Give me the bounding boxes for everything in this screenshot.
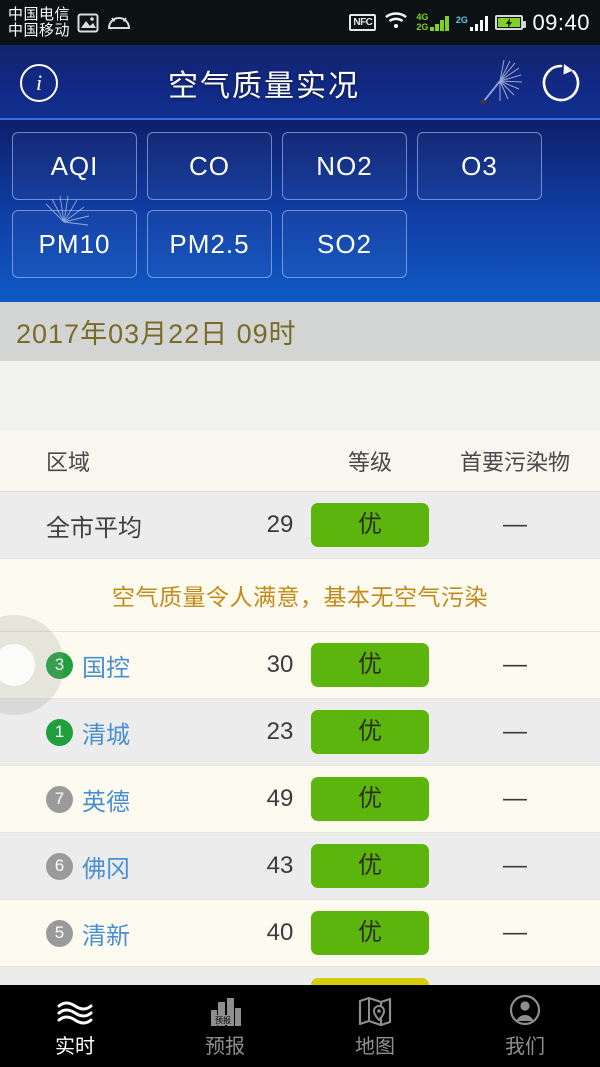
nav-label-realtime: 实时 [55, 1035, 95, 1058]
aqi-value: 43 [266, 852, 294, 879]
level-badge: 良 [311, 978, 429, 985]
primary-pollutant: — [503, 919, 527, 946]
summary-row-pollutant: — [503, 511, 527, 538]
nav-item-realtime[interactable]: 实时 [0, 994, 150, 1059]
primary-pollutant: — [503, 651, 527, 678]
station-rows: 3国控30优—1清城23优—7英德49优—6佛冈43优—5清新40优—8连州52… [0, 632, 600, 985]
app-header: i 空气质量实况 [0, 45, 600, 120]
status-right-cluster: NFC 4G 2G 2G 09:40 [349, 10, 590, 36]
header-pollutant: 首要污染物 [459, 449, 570, 475]
carrier-labels: 中国电信 中国移动 [8, 7, 70, 38]
mobile-signal-primary: 4G 2G [416, 13, 449, 32]
nav-item-about[interactable]: 我们 [450, 994, 600, 1059]
tab-aqi[interactable]: AQI [12, 132, 137, 200]
summary-row[interactable]: 全市平均 29 优 — [0, 492, 600, 559]
nav-item-map[interactable]: 地图 [300, 994, 450, 1059]
level-badge: 优 [311, 844, 429, 888]
table-row[interactable]: 5 清新 40 优 — [0, 900, 600, 967]
nav-label-about: 我们 [505, 1035, 545, 1058]
aqi-value: 23 [266, 718, 294, 745]
rank-badge: 6 [46, 852, 73, 880]
table-row[interactable]: 8连州52良细颗粒物 [0, 967, 600, 985]
station-list-scroll[interactable]: 区域 等级 首要污染物 全市平均 29 优 — 空气质量令人满意，基本无空气污染… [0, 430, 600, 985]
quality-message: 空气质量令人满意，基本无空气污染 [0, 559, 600, 632]
aqi-value: 49 [266, 785, 294, 812]
primary-pollutant: — [503, 718, 527, 745]
level-badge: 优 [311, 710, 429, 754]
primary-pollutant: — [503, 785, 527, 812]
tab-o3[interactable]: O3 [417, 132, 542, 200]
table-header: 区域 等级 首要污染物 [0, 430, 600, 492]
carrier-2: 中国移动 [8, 21, 71, 39]
rank-badge: 5 [46, 919, 73, 947]
date-strip: 2017年03月22日 09时 [0, 302, 600, 361]
refresh-icon[interactable] [540, 62, 582, 104]
table-row[interactable]: 7 英德 49 优 — [0, 766, 600, 833]
status-bar: 中国电信 中国移动 NFC 4G 2G 2G 09:40 [0, 0, 600, 45]
table-row[interactable]: 3 国控 30 优 — [0, 632, 600, 699]
network-type-top: 4G [416, 12, 429, 22]
station-name[interactable]: 佛冈 [82, 849, 130, 884]
rank-badge: 1 [46, 718, 73, 746]
aqi-value: 40 [266, 919, 294, 946]
pollutant-tabs: AQI CO NO2 O3 PM10 PM2.5 SO2 [0, 120, 600, 302]
summary-row-level: 优 [311, 503, 429, 547]
table-row[interactable]: 1 清城 23 优 — [0, 699, 600, 766]
tab-pm10[interactable]: PM10 [12, 210, 137, 278]
info-button[interactable]: i [20, 63, 58, 102]
nfc-icon: NFC [349, 14, 377, 31]
aqi-value: 30 [266, 651, 294, 678]
svg-text:预报: 预报 [215, 1015, 231, 1025]
factory-icon: 预报 [205, 994, 245, 1026]
station-name[interactable]: 国控 [82, 648, 130, 683]
tab-co[interactable]: CO [147, 132, 272, 200]
header-area: 区域 [46, 449, 91, 475]
level-badge: 优 [311, 911, 429, 955]
nav-label-forecast: 预报 [205, 1035, 245, 1058]
station-name[interactable]: 清城 [82, 715, 130, 750]
pollutant-tabs-row-1: AQI CO NO2 O3 [12, 132, 588, 200]
mobile-signal-secondary: 2G [456, 15, 489, 31]
tab-placeholder [417, 210, 542, 278]
signal-bars-primary [430, 15, 449, 31]
level-badge: 优 [311, 777, 429, 821]
clock: 09:40 [532, 9, 590, 35]
dandelion-icon [470, 55, 526, 111]
map-pin-icon [358, 994, 392, 1026]
network-type-bottom: 2G [416, 22, 429, 32]
station-name[interactable]: 清新 [82, 916, 130, 951]
photo-icon [77, 13, 99, 33]
nav-item-forecast[interactable]: 预报 预报 [150, 994, 300, 1059]
bottom-navigation: 实时 预报 预报 地图 我们 [0, 985, 600, 1067]
tab-no2[interactable]: NO2 [282, 132, 407, 200]
pollutant-tabs-row-2: PM10 PM2.5 SO2 [12, 210, 588, 278]
level-badge: 优 [311, 643, 429, 687]
network-type-secondary: 2G [455, 14, 468, 25]
header-level: 等级 [347, 449, 392, 475]
wifi-icon [383, 11, 409, 34]
table-row[interactable]: 6 佛冈 43 优 — [0, 833, 600, 900]
user-icon [509, 994, 541, 1026]
android-icon [106, 15, 132, 31]
signal-bars-secondary [469, 15, 489, 31]
tab-so2[interactable]: SO2 [282, 210, 407, 278]
waves-icon [55, 994, 95, 1026]
tab-pm25[interactable]: PM2.5 [147, 210, 272, 278]
primary-pollutant: — [503, 852, 527, 879]
app-root: 中国电信 中国移动 NFC 4G 2G 2G 09:40 i 空气质量实况 AQ… [0, 0, 600, 1067]
summary-row-name: 全市平均 [46, 514, 142, 542]
summary-row-value: 29 [266, 511, 294, 538]
carrier-1: 中国电信 [8, 6, 71, 24]
station-name[interactable]: 英德 [82, 782, 130, 817]
page-title: 空气质量实况 [168, 69, 360, 103]
battery-icon [495, 15, 527, 30]
nav-label-map: 地图 [355, 1035, 395, 1058]
rank-badge: 7 [46, 785, 73, 813]
